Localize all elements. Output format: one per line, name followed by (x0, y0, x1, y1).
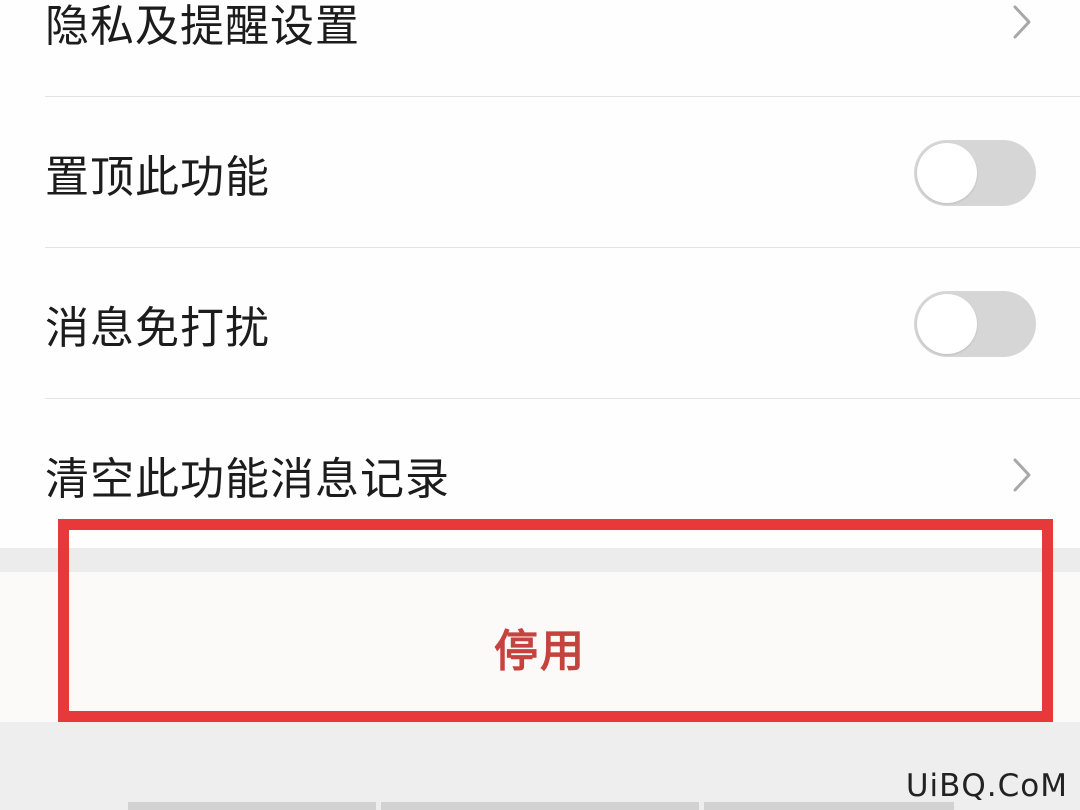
settings-row-label: 置顶此功能 (45, 152, 270, 203)
settings-row-do-not-disturb: 消息免打扰 (0, 249, 1080, 399)
watermark: UiBQ.CoM (905, 768, 1068, 804)
settings-row-label: 隐私及提醒设置 (45, 1, 360, 52)
toggle-knob (917, 143, 977, 203)
row-divider (45, 247, 1080, 248)
bottom-area: UiBQ.CoM (0, 722, 1080, 810)
toggle-knob (917, 294, 977, 354)
settings-row-label: 清空此功能消息记录 (45, 454, 450, 505)
chevron-right-icon (1013, 458, 1031, 492)
row-divider (45, 398, 1080, 399)
pin-feature-toggle[interactable] (914, 140, 1036, 206)
row-divider (45, 96, 1080, 97)
bottom-strip (128, 802, 376, 810)
settings-row-label: 消息免打扰 (45, 303, 270, 354)
settings-row-privacy-reminder[interactable]: 隐私及提醒设置 (0, 0, 1080, 97)
bottom-strip (381, 802, 699, 810)
section-gap (0, 548, 1080, 572)
chevron-right-icon (1013, 5, 1031, 39)
settings-row-clear-history[interactable]: 清空此功能消息记录 (0, 400, 1080, 550)
disable-section: 停用 (0, 572, 1080, 722)
settings-row-pin-feature: 置顶此功能 (0, 98, 1080, 248)
do-not-disturb-toggle[interactable] (914, 291, 1036, 357)
disable-button-label: 停用 (494, 626, 586, 677)
disable-button[interactable]: 停用 (0, 572, 1080, 722)
settings-list: 隐私及提醒设置 置顶此功能 消息免打扰 清空此功能消息记录 (0, 0, 1080, 548)
